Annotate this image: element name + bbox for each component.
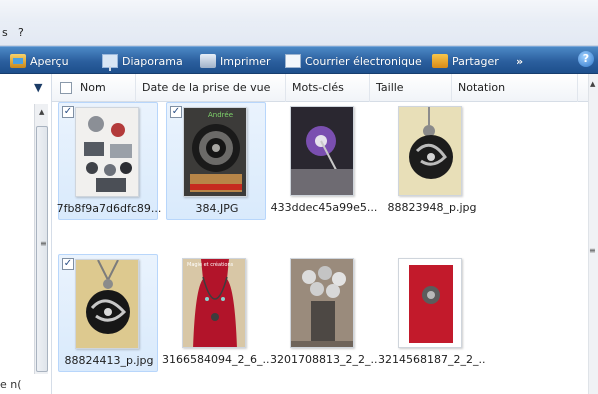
- file-checkbox[interactable]: ✓: [62, 258, 74, 270]
- command-bar: Aperçu Diaporama Imprimer Courrier élect…: [0, 46, 598, 74]
- preview-icon: [10, 54, 26, 68]
- scroll-up-arrow-icon[interactable]: ▲: [590, 80, 595, 88]
- title-strip: [0, 0, 598, 22]
- column-header: ^ Nom Date de la prise de vue Mots-clés …: [52, 74, 598, 102]
- file-tile[interactable]: ✓ 7fb8f9a7d6dfc89...: [57, 102, 161, 220]
- nav-scrollbar[interactable]: ▲ ≡: [34, 104, 48, 374]
- share-button[interactable]: Partager: [432, 52, 499, 70]
- preview-button[interactable]: Aperçu: [10, 52, 69, 70]
- file-tile[interactable]: 88823948_p.jpg: [382, 102, 482, 220]
- scroll-grip-icon: ≡: [589, 246, 596, 255]
- file-name: 88824413_p.jpg: [64, 354, 154, 367]
- file-name: 433ddec45a99e5...: [270, 201, 378, 214]
- slideshow-label: Diaporama: [122, 54, 183, 68]
- file-view: ✓ 7fb8f9a7d6dfc89... ✓ Andrée 384.JPG 43…: [52, 102, 588, 394]
- file-tile[interactable]: 433ddec45a99e5...: [271, 102, 377, 220]
- slideshow-icon: [102, 54, 118, 71]
- file-tile[interactable]: 3201708813_2_2_...: [270, 254, 378, 372]
- scroll-grip-icon: ≡: [40, 239, 47, 248]
- slideshow-button[interactable]: Diaporama: [102, 52, 183, 71]
- share-icon: [432, 54, 448, 68]
- file-checkbox[interactable]: ✓: [170, 106, 182, 118]
- print-icon: [200, 54, 216, 68]
- help-icon[interactable]: ?: [578, 51, 594, 67]
- overflow-chevron-icon[interactable]: »: [516, 52, 523, 70]
- thumbnail-image: [290, 258, 354, 348]
- file-checkbox[interactable]: ✓: [62, 106, 74, 118]
- print-label: Imprimer: [220, 54, 271, 68]
- column-name-label: Nom: [80, 81, 106, 94]
- thumbnail-image: Magie et créations: [182, 258, 246, 348]
- menu-item-partial[interactable]: s: [2, 26, 8, 39]
- nav-item-truncated[interactable]: e n(: [0, 378, 22, 391]
- thumbnail-caption: Andrée: [208, 111, 234, 119]
- email-label: Courrier électronique: [305, 54, 422, 68]
- column-name[interactable]: ^ Nom: [52, 74, 136, 102]
- column-date[interactable]: Date de la prise de vue: [136, 74, 286, 102]
- thumbnail-image: [75, 107, 139, 197]
- file-name: 384.JPG: [195, 202, 239, 215]
- select-all-checkbox[interactable]: [60, 82, 72, 94]
- column-keywords[interactable]: Mots-clés: [286, 74, 370, 102]
- file-tile[interactable]: Magie et créations 3166584094_2_6_...: [162, 254, 270, 372]
- file-name: 7fb8f9a7d6dfc89...: [56, 202, 162, 215]
- thumbnail-image: [398, 258, 462, 348]
- menu-bar: s ?: [0, 0, 598, 46]
- thumbnail-caption: Magie et créations: [187, 262, 234, 268]
- mail-icon: [285, 54, 301, 68]
- menu-item-help[interactable]: ?: [18, 26, 24, 39]
- column-size[interactable]: Taille: [370, 74, 452, 102]
- preview-label: Aperçu: [30, 54, 69, 68]
- thumbnail-image: Andrée: [183, 107, 247, 197]
- content-scrollbar[interactable]: ▲ ≡: [588, 74, 598, 394]
- thumbnail-image: [290, 106, 354, 196]
- file-name: 3166584094_2_6_...: [162, 353, 270, 366]
- file-tile[interactable]: 3214568187_2_2_...: [378, 254, 486, 372]
- file-tile[interactable]: ✓ Andrée 384.JPG: [166, 102, 266, 220]
- file-name: 3214568187_2_2_...: [378, 353, 486, 366]
- column-rating[interactable]: Notation: [452, 74, 578, 102]
- thumbnail-image: [75, 259, 139, 349]
- email-button[interactable]: Courrier électronique: [285, 52, 422, 70]
- print-button[interactable]: Imprimer: [200, 52, 271, 70]
- file-tile[interactable]: ✓ 88824413_p.jpg: [58, 254, 158, 372]
- share-label: Partager: [452, 54, 499, 68]
- chevron-down-icon[interactable]: ▼: [34, 81, 42, 94]
- thumbnail-image: [398, 106, 462, 196]
- nav-scroll-thumb[interactable]: ≡: [36, 126, 48, 372]
- file-name: 88823948_p.jpg: [387, 201, 477, 214]
- file-name: 3201708813_2_2_...: [270, 353, 378, 366]
- scroll-up-arrow-icon[interactable]: ▲: [39, 108, 44, 116]
